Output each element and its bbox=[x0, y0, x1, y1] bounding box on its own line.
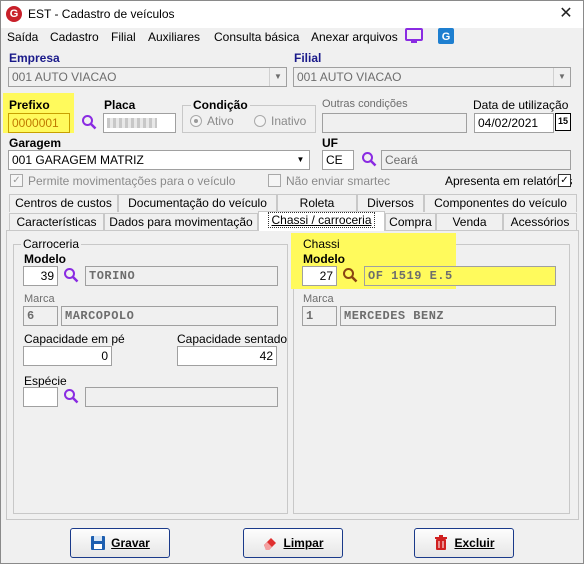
excluir-label: Excluir bbox=[454, 536, 495, 550]
garagem-label: Garagem bbox=[9, 136, 62, 150]
title-bar: G EST - Cadastro de veículos ✕ bbox=[1, 1, 583, 28]
monitor-icon[interactable] bbox=[405, 28, 423, 44]
tab-acessorios[interactable]: Acessórios bbox=[503, 213, 577, 231]
search-icon[interactable] bbox=[81, 114, 97, 130]
limpar-button[interactable]: Limpar bbox=[243, 528, 343, 558]
search-icon[interactable] bbox=[342, 267, 358, 283]
uf-input[interactable]: CE bbox=[322, 150, 354, 170]
search-icon[interactable] bbox=[63, 388, 79, 404]
calendar-day: 15 bbox=[557, 116, 568, 126]
tab-centros-de-custos[interactable]: Centros de custos bbox=[9, 194, 118, 212]
chassi-modelo-name: OF 1519 E.5 bbox=[364, 266, 556, 286]
eraser-icon bbox=[262, 535, 278, 551]
carroceria-title: Carroceria bbox=[21, 237, 82, 251]
garagem-value: 001 GARAGEM MATRIZ bbox=[12, 153, 144, 167]
window-title: EST - Cadastro de veículos bbox=[28, 7, 175, 21]
nao-enviar-label: Não enviar smartec bbox=[286, 174, 391, 188]
ativo-radio[interactable] bbox=[190, 115, 202, 127]
excluir-button[interactable]: Excluir bbox=[414, 528, 514, 558]
tab-chassi-carroceria[interactable]: Chassi / carroceria bbox=[258, 211, 385, 231]
search-icon[interactable] bbox=[361, 151, 377, 167]
chassi-modelo-label: Modelo bbox=[303, 252, 345, 266]
data-utilizacao-label: Data de utilização bbox=[473, 98, 569, 112]
tab-dados-para-movimentacao[interactable]: Dados para movimentação bbox=[104, 213, 258, 231]
carroceria-modelo-code-input[interactable]: 39 bbox=[23, 266, 58, 286]
chassi-marca-label: Marca bbox=[303, 293, 334, 305]
menu-bar: Saída Cadastro Filial Auxiliares Consult… bbox=[1, 28, 583, 48]
inativo-radio[interactable] bbox=[254, 115, 266, 127]
capacidade-sentado-input[interactable]: 42 bbox=[177, 346, 277, 366]
outras-condicoes-field bbox=[322, 113, 467, 133]
chassi-title: Chassi bbox=[303, 237, 340, 251]
filial-value: 001 AUTO VIACAO bbox=[297, 70, 402, 84]
placa-input[interactable] bbox=[103, 113, 176, 133]
especie-name bbox=[85, 387, 278, 407]
uf-label: UF bbox=[322, 136, 338, 150]
inativo-label: Inativo bbox=[271, 114, 307, 128]
calendar-icon[interactable]: 15 bbox=[555, 113, 571, 131]
svg-text:G: G bbox=[442, 31, 451, 43]
ativo-label: Ativo bbox=[207, 114, 234, 128]
capacidade-pe-label: Capacidade em pé bbox=[24, 332, 125, 346]
capacidade-sentado-label: Capacidade sentado bbox=[177, 332, 288, 346]
gravar-label: Gravar bbox=[111, 536, 150, 550]
limpar-label: Limpar bbox=[283, 536, 324, 550]
filial-select[interactable]: 001 AUTO VIACAO ▼ bbox=[293, 67, 571, 87]
tab-compra[interactable]: Compra bbox=[385, 213, 436, 231]
empresa-label: Empresa bbox=[9, 51, 60, 65]
close-icon[interactable]: ✕ bbox=[557, 5, 575, 23]
tab-documentacao-do-veiculo[interactable]: Documentação do veículo bbox=[118, 194, 277, 212]
menu-auxiliares[interactable]: Auxiliares bbox=[148, 30, 200, 44]
chevron-down-icon: ▼ bbox=[269, 68, 286, 86]
carroceria-marca-code: 6 bbox=[23, 306, 58, 326]
especie-code-input[interactable] bbox=[23, 387, 58, 407]
apresenta-checkbox[interactable]: ✓ bbox=[558, 174, 571, 187]
menu-anexar-arquivos[interactable]: Anexar arquivos bbox=[311, 30, 398, 44]
tab-chassi-carroceria-label: Chassi / carroceria bbox=[268, 212, 375, 228]
nao-enviar-checkbox[interactable] bbox=[268, 174, 281, 187]
chassi-modelo-code-input[interactable]: 27 bbox=[302, 266, 337, 286]
outras-condicoes-label: Outras condições bbox=[322, 98, 408, 110]
chevron-down-icon: ▼ bbox=[292, 151, 309, 169]
permite-mov-label: Permite movimentações para o veículo bbox=[28, 174, 236, 188]
carroceria-marca-name: MARCOPOLO bbox=[61, 306, 278, 326]
app-g-icon[interactable]: G bbox=[438, 28, 456, 44]
trash-icon bbox=[433, 535, 449, 551]
chevron-down-icon: ▼ bbox=[553, 68, 570, 86]
garagem-select[interactable]: 001 GARAGEM MATRIZ ▼ bbox=[8, 150, 310, 170]
data-utilizacao-input[interactable]: 04/02/2021 bbox=[474, 113, 554, 133]
placa-blurred-value bbox=[107, 118, 157, 128]
chassi-marca-name: MERCEDES BENZ bbox=[340, 306, 556, 326]
menu-consulta-basica[interactable]: Consulta básica bbox=[214, 30, 299, 44]
gravar-button[interactable]: Gravar bbox=[70, 528, 170, 558]
menu-filial[interactable]: Filial bbox=[111, 30, 136, 44]
placa-label: Placa bbox=[104, 98, 136, 112]
save-icon bbox=[90, 535, 106, 551]
app-logo-icon: G bbox=[6, 6, 22, 22]
apresenta-label: Apresenta em relatórios bbox=[445, 174, 573, 188]
prefixo-input[interactable]: 0000001 bbox=[8, 113, 70, 133]
tab-diversos[interactable]: Diversos bbox=[357, 194, 424, 212]
tab-caracteristicas[interactable]: Características bbox=[9, 213, 104, 231]
permite-mov-checkbox[interactable]: ✓ bbox=[10, 174, 23, 187]
especie-label: Espécie bbox=[24, 374, 67, 388]
carroceria-modelo-name: TORINO bbox=[85, 266, 278, 286]
chassi-marca-code: 1 bbox=[302, 306, 337, 326]
capacidade-pe-input[interactable]: 0 bbox=[23, 346, 112, 366]
search-icon[interactable] bbox=[63, 267, 79, 283]
menu-cadastro[interactable]: Cadastro bbox=[50, 30, 99, 44]
condicao-label: Condição bbox=[191, 98, 250, 112]
prefixo-label: Prefixo bbox=[9, 98, 50, 112]
empresa-select[interactable]: 001 AUTO VIACAO ▼ bbox=[8, 67, 287, 87]
tab-roleta[interactable]: Roleta bbox=[277, 194, 357, 212]
empresa-value: 001 AUTO VIACAO bbox=[12, 70, 117, 84]
window: G EST - Cadastro de veículos ✕ Saída Cad… bbox=[0, 0, 584, 564]
menu-saida[interactable]: Saída bbox=[7, 30, 38, 44]
tab-venda[interactable]: Venda bbox=[436, 213, 503, 231]
carroceria-modelo-label: Modelo bbox=[24, 252, 66, 266]
tab-componentes-do-veiculo[interactable]: Componentes do veículo bbox=[424, 194, 577, 212]
carroceria-marca-label: Marca bbox=[24, 293, 55, 305]
filial-label: Filial bbox=[294, 51, 322, 65]
uf-name-field: Ceará bbox=[381, 150, 571, 170]
